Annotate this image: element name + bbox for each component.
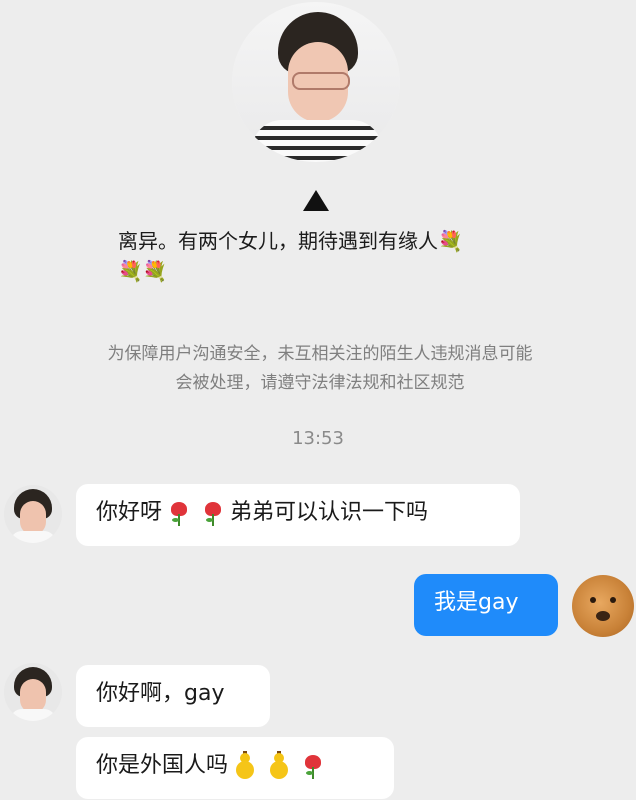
rose-icon (202, 498, 224, 528)
timestamp: 13:53 (292, 428, 344, 449)
message-text: 你好啊，gay (96, 681, 225, 706)
avatar-face (20, 501, 46, 535)
gourd-icon (268, 751, 290, 781)
profile-bio: 离异。有两个女儿，期待遇到有缘人💐 💐💐 (118, 226, 538, 286)
message-bubble[interactable]: 你好呀 弟弟可以认识一下吗 (76, 484, 520, 546)
message-text: 我是gay (434, 590, 519, 615)
my-message-bubble[interactable]: 我是gay (414, 574, 558, 636)
sender-avatar[interactable] (4, 485, 62, 543)
bio-text: 离异。有两个女儿，期待遇到有缘人 (118, 229, 438, 253)
message-text: 弟弟可以认识一下吗 (230, 500, 429, 525)
avatar-face (20, 679, 46, 713)
gourd-icon (234, 751, 256, 781)
profile-avatar[interactable] (232, 2, 400, 162)
triangle-icon (303, 190, 329, 211)
dog-eye (610, 597, 616, 603)
my-avatar[interactable] (572, 575, 634, 637)
avatar-shirt (10, 531, 56, 543)
rose-icon (302, 751, 324, 781)
message-text: 你好呀 (96, 500, 163, 525)
notice-line-1: 为保障用户沟通安全，未互相关注的陌生人违规消息可能 (107, 344, 533, 364)
bouquet-icon: 💐💐 (118, 259, 168, 283)
message-bubble[interactable]: 你好啊，gay (76, 665, 270, 727)
dog-eye (590, 597, 596, 603)
sender-avatar[interactable] (4, 663, 62, 721)
safety-notice: 为保障用户沟通安全，未互相关注的陌生人违规消息可能 会被处理，请遵守法律法规和社… (60, 340, 580, 398)
dog-nose (596, 611, 610, 621)
avatar-shirt (10, 709, 56, 721)
bouquet-icon: 💐 (438, 229, 463, 253)
message-bubble[interactable]: 你是外国人吗 (76, 737, 394, 799)
notice-line-2: 会被处理，请遵守法律法规和社区规范 (175, 373, 465, 393)
avatar-shirt (252, 120, 382, 162)
rose-icon (168, 498, 190, 528)
avatar-glasses (292, 72, 350, 90)
message-text: 你是外国人吗 (96, 753, 229, 778)
